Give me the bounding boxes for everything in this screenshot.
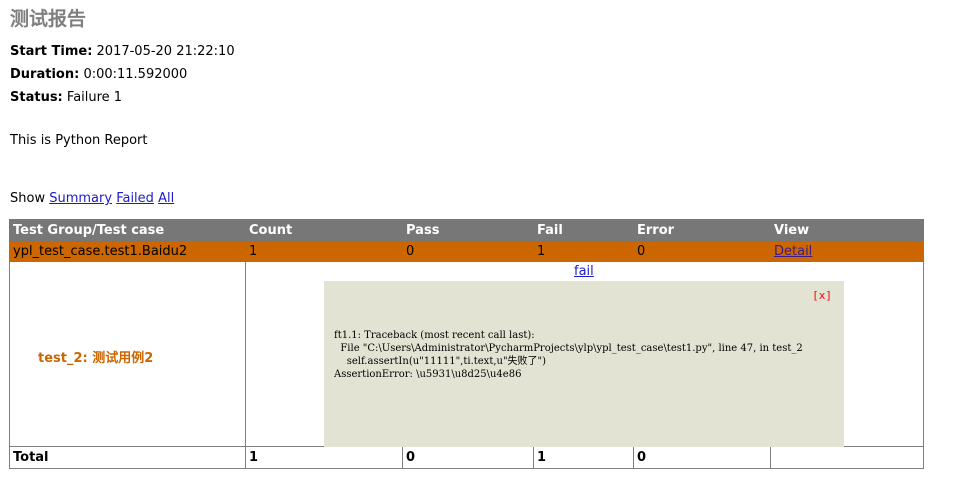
header-count: Count: [245, 219, 403, 242]
filter-bar: Show Summary Failed All: [10, 191, 174, 206]
status-value: Failure 1: [66, 90, 123, 105]
header-view: View: [770, 219, 924, 242]
group-row: ypl_test_case.test1.Baidu2 1 0 1 0 Detai…: [9, 241, 924, 262]
group-name: ypl_test_case.test1.Baidu2: [9, 241, 246, 262]
duration-value: 0:00:11.592000: [83, 67, 188, 82]
group-count: 1: [245, 241, 403, 262]
report-title: 测试报告: [10, 8, 87, 30]
group-view-cell: Detail: [770, 241, 924, 262]
summary-link[interactable]: Summary: [49, 191, 112, 206]
table-header-row: Test Group/Test case Count Pass Fail Err…: [9, 219, 924, 242]
start-time-label: Start Time:: [10, 44, 93, 59]
test-case-name: test_2: 测试用例2: [38, 351, 154, 366]
header-test-group: Test Group/Test case: [9, 219, 246, 242]
status-row: Status: Failure 1: [10, 90, 122, 105]
start-time-value: 2017-05-20 21:22:10: [96, 44, 235, 59]
header-pass: Pass: [402, 219, 534, 242]
duration-label: Duration:: [10, 67, 80, 82]
total-row: Total 1 0 1 0: [9, 446, 924, 469]
all-link[interactable]: All: [158, 191, 174, 206]
total-fail: 1: [533, 446, 634, 469]
total-count: 1: [245, 446, 403, 469]
header-fail: Fail: [533, 219, 634, 242]
total-view: [770, 446, 924, 469]
total-pass: 0: [402, 446, 534, 469]
group-fail: 1: [533, 241, 634, 262]
report-description: This is Python Report: [10, 133, 148, 148]
group-error: 0: [633, 241, 771, 262]
traceback-popup: [x] ft1.1: Traceback (most recent call l…: [324, 281, 844, 447]
failed-link[interactable]: Failed: [116, 191, 154, 206]
status-label: Status:: [10, 90, 63, 105]
fail-status-link[interactable]: fail: [574, 264, 594, 279]
total-label: Total: [9, 446, 246, 469]
close-popup-button[interactable]: [x]: [812, 289, 832, 302]
detail-link[interactable]: Detail: [774, 244, 812, 259]
total-error: 0: [633, 446, 771, 469]
start-time-row: Start Time: 2017-05-20 21:22:10: [10, 44, 235, 59]
header-error: Error: [633, 219, 771, 242]
group-pass: 0: [402, 241, 534, 262]
duration-row: Duration: 0:00:11.592000: [10, 67, 187, 82]
show-label: Show: [10, 191, 46, 206]
traceback-text: ft1.1: Traceback (most recent call last)…: [334, 330, 803, 380]
test-case-name-cell: test_2: 测试用例2: [9, 261, 246, 447]
